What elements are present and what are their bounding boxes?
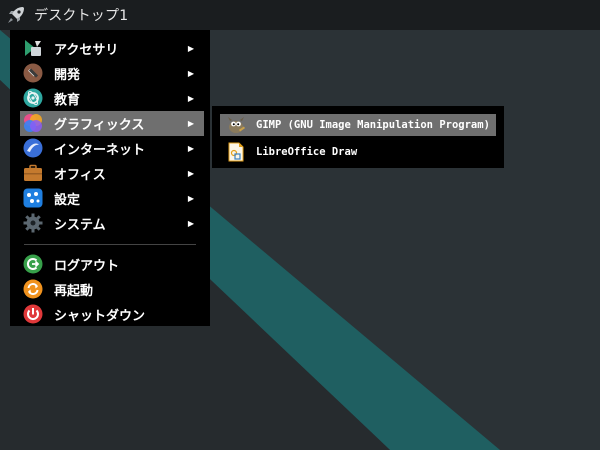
- graphics-icon: [23, 113, 43, 133]
- menu-item-logout[interactable]: ログアウト: [10, 252, 210, 277]
- menu-item-label: 教育: [54, 93, 81, 108]
- accessories-icon: [23, 38, 43, 58]
- menu-item-reboot[interactable]: 再起動: [10, 277, 210, 302]
- menu-item-label: ログアウト: [54, 259, 120, 274]
- menu-item-office[interactable]: オフィス ▶: [10, 161, 210, 186]
- settings-icon: [23, 188, 43, 208]
- menu-item-label: 設定: [54, 193, 81, 208]
- logout-icon: [23, 254, 43, 274]
- submenu-item-libreoffice-draw[interactable]: LibreOffice Draw: [220, 141, 496, 163]
- office-icon: [23, 163, 43, 183]
- submenu-arrow-icon: ▶: [187, 69, 194, 78]
- menu-item-label: シャットダウン: [54, 309, 146, 324]
- submenu-arrow-icon: ▶: [187, 94, 194, 103]
- menu-item-internet[interactable]: インターネット ▶: [10, 136, 210, 161]
- reboot-icon: [23, 279, 43, 299]
- menu-item-label: オフィス: [54, 168, 106, 183]
- menu-launcher[interactable]: デスクトップ1: [0, 0, 128, 30]
- menu-item-shutdown[interactable]: シャットダウン: [10, 302, 210, 327]
- shutdown-icon: [23, 304, 43, 324]
- submenu-arrow-icon: ▶: [187, 144, 194, 153]
- menu-item-label: グラフィックス: [54, 118, 145, 133]
- submenu-arrow-icon: ▶: [187, 219, 194, 228]
- education-icon: [23, 88, 43, 108]
- menu-item-label: インターネット: [54, 143, 146, 158]
- menu-item-settings[interactable]: 設定 ▶: [10, 186, 210, 211]
- system-icon: [23, 213, 43, 233]
- internet-icon: [23, 138, 43, 158]
- menu-item-label: システム: [54, 218, 106, 233]
- gimp-icon: [226, 115, 246, 135]
- desktop-title: デスクトップ1: [34, 8, 129, 24]
- menu-item-development[interactable]: 開発 ▶: [10, 61, 210, 86]
- menu-separator: [24, 244, 196, 245]
- libreoffice-draw-icon: [226, 142, 246, 162]
- submenu-arrow-icon: ▶: [187, 169, 194, 178]
- graphics-submenu: GIMP (GNU Image Manipulation Program) Li…: [212, 106, 504, 168]
- menu-item-label: 再起動: [54, 284, 94, 299]
- submenu-arrow-icon: ▶: [187, 44, 194, 53]
- menu-item-label: アクセサリ: [54, 43, 119, 58]
- menu-item-graphics[interactable]: グラフィックス ▶: [20, 111, 204, 136]
- submenu-item-label: LibreOffice Draw: [256, 146, 358, 158]
- menu-item-label: 開発: [54, 68, 81, 83]
- development-icon: [23, 63, 43, 83]
- menu-item-education[interactable]: 教育 ▶: [10, 86, 210, 111]
- submenu-arrow-icon: ▶: [187, 119, 194, 128]
- rocket-icon: [6, 5, 26, 25]
- menu-item-system[interactable]: システム ▶: [10, 211, 210, 236]
- submenu-arrow-icon: ▶: [187, 194, 194, 203]
- menu-item-accessories[interactable]: アクセサリ ▶: [10, 36, 210, 61]
- top-panel: デスクトップ1: [0, 0, 600, 30]
- submenu-item-gimp[interactable]: GIMP (GNU Image Manipulation Program): [220, 114, 496, 136]
- submenu-item-label: GIMP (GNU Image Manipulation Program): [256, 119, 490, 131]
- application-menu: アクセサリ ▶ 開発 ▶ 教育 ▶ グラフィックス ▶ インターネット ▶ オフ…: [10, 30, 210, 326]
